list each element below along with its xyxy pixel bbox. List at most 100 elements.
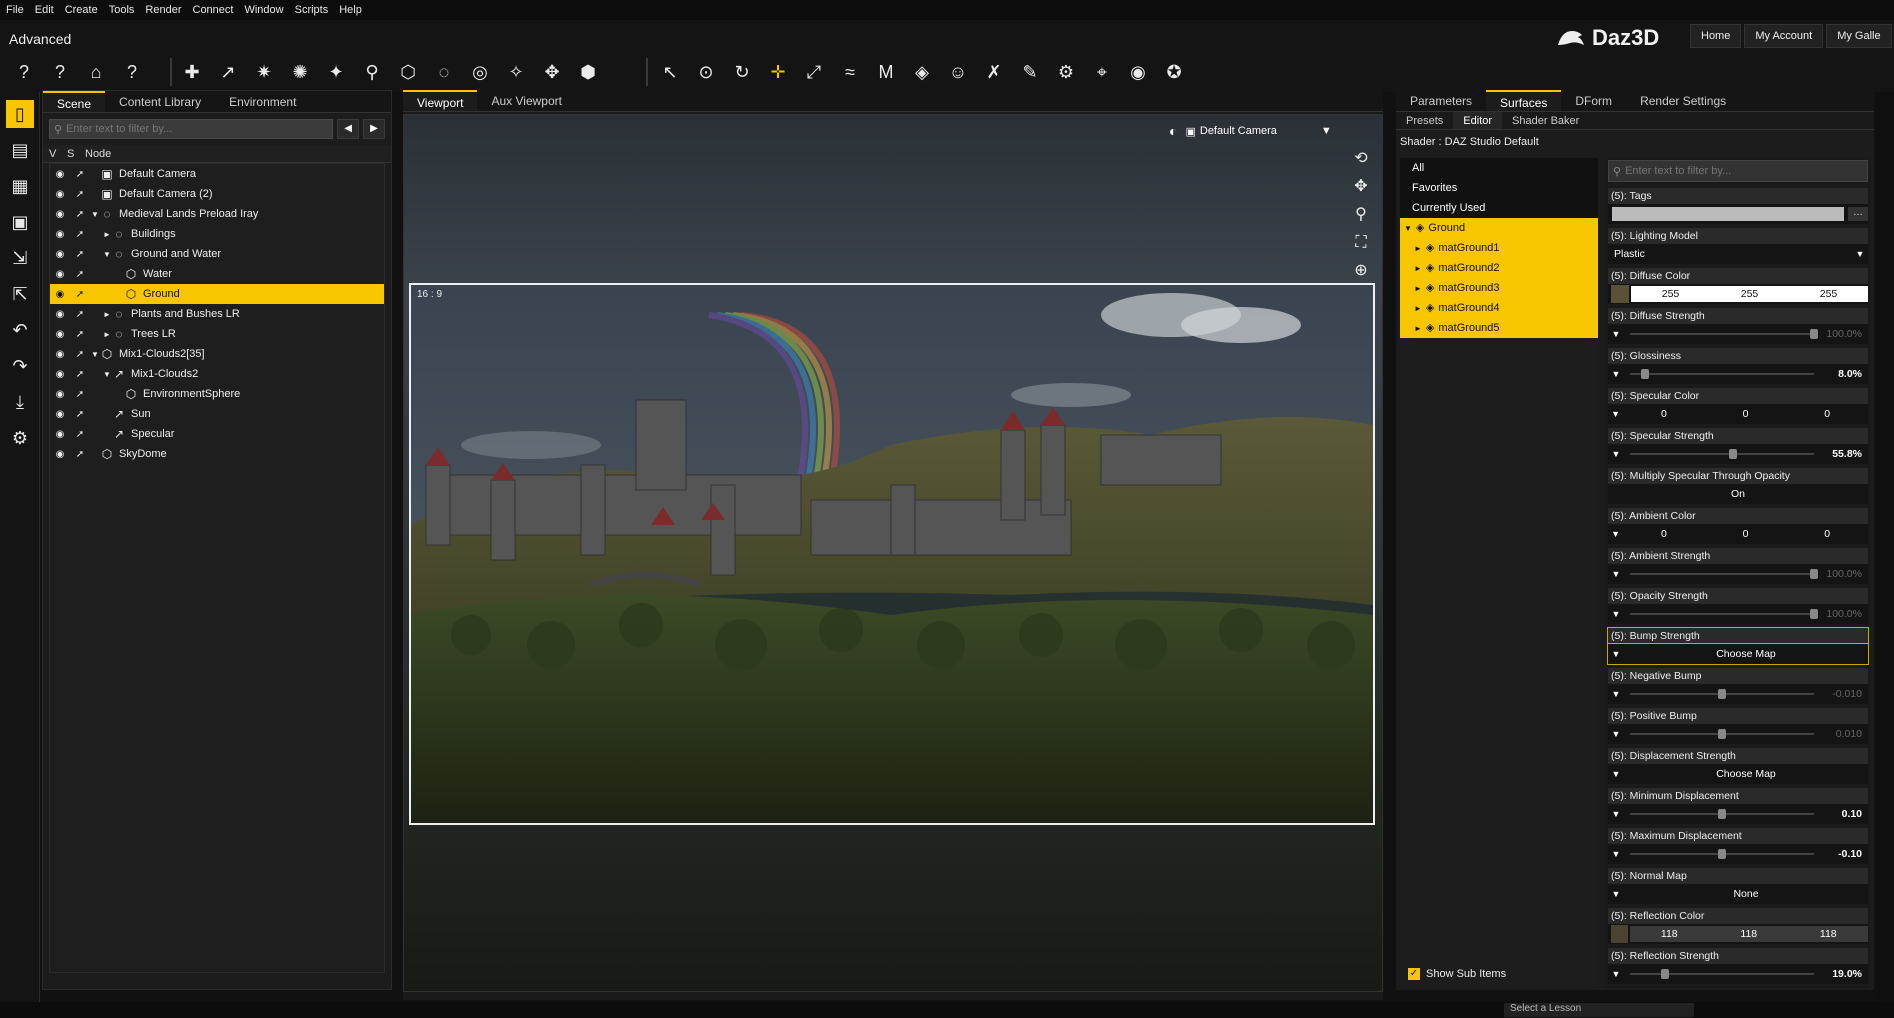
render-settings-icon[interactable]: ⚙ — [1054, 60, 1078, 84]
cursor-icon[interactable]: ➚ — [70, 369, 90, 380]
eye-icon[interactable]: ◉ — [50, 249, 70, 260]
chevron-down-icon[interactable]: ▼ — [1608, 689, 1624, 699]
geometry-editor-icon[interactable]: ◈ — [910, 60, 934, 84]
cursor-icon[interactable]: ➚ — [70, 209, 90, 220]
tab-scene[interactable]: Scene — [43, 91, 106, 112]
tags-field[interactable] — [1612, 207, 1844, 221]
cursor-icon[interactable]: ➚ — [70, 409, 90, 420]
new-figure-icon[interactable]: ✚ — [180, 60, 204, 84]
eye-icon[interactable]: ◉ — [50, 389, 70, 400]
cursor-icon[interactable]: ➚ — [70, 329, 90, 340]
expand-toggle-icon[interactable]: ▼ — [90, 350, 100, 359]
chevron-down-icon[interactable]: ▼ — [1608, 849, 1624, 859]
tree-row[interactable]: ◉ ➚ ⬡ SkyDome — [50, 444, 384, 464]
linear-light-icon[interactable]: ✦ — [324, 60, 348, 84]
cursor-icon[interactable]: ➚ — [70, 309, 90, 320]
point-light-icon[interactable]: ✷ — [252, 60, 276, 84]
instance-icon[interactable]: ✥ — [540, 60, 564, 84]
property-slider[interactable] — [1630, 849, 1814, 859]
menu-help[interactable]: Help — [339, 4, 362, 16]
distant-light-icon[interactable]: ✺ — [288, 60, 312, 84]
tree-row[interactable]: ◉ ➚ ► ◌ Plants and Bushes LR — [50, 304, 384, 324]
home-button[interactable]: Home — [1690, 24, 1742, 48]
surface-material-item[interactable]: ► ◈ matGround2 — [1400, 258, 1598, 278]
menu-edit[interactable]: Edit — [35, 4, 54, 16]
rgb-channel[interactable]: 118 — [1789, 926, 1869, 942]
zoom-icon[interactable]: ⚲ — [1350, 205, 1372, 225]
property-slider[interactable] — [1630, 329, 1818, 339]
chevron-down-icon[interactable]: ▼ — [1608, 809, 1624, 819]
tree-row[interactable]: ◉ ➚ ⬡ EnvironmentSphere — [50, 384, 384, 404]
eye-icon[interactable]: ◉ — [50, 309, 70, 320]
eye-icon[interactable]: ◉ — [50, 269, 70, 280]
chevron-down-icon[interactable]: ▼ — [1852, 249, 1868, 259]
property-value[interactable]: 100.0% — [1826, 568, 1862, 580]
null-icon[interactable]: ◌ — [432, 60, 456, 84]
open-icon[interactable]: ▤ — [6, 136, 34, 164]
home-icon[interactable]: ⌂ — [84, 60, 108, 84]
help-icon[interactable]: ? — [48, 60, 72, 84]
property-value[interactable]: 100.0% — [1826, 608, 1862, 620]
cursor-icon[interactable]: ➚ — [70, 389, 90, 400]
tree-row[interactable]: ◉ ➚ ⬡ Water — [50, 264, 384, 284]
property-slider[interactable] — [1630, 969, 1814, 979]
import-icon[interactable]: ⇲ — [6, 244, 34, 272]
eye-icon[interactable]: ◉ — [50, 449, 70, 460]
surface-material-item[interactable]: ► ◈ matGround3 — [1400, 278, 1598, 298]
slider-knob[interactable] — [1728, 449, 1737, 459]
menu-render[interactable]: Render — [145, 4, 181, 16]
tab-viewport[interactable]: Viewport — [403, 90, 478, 111]
cursor-icon[interactable]: ➚ — [70, 169, 90, 180]
cursor-icon[interactable]: ➚ — [70, 229, 90, 240]
rgb-values[interactable]: 000 — [1623, 408, 1868, 420]
aim-icon[interactable]: ⊕ — [1350, 261, 1372, 281]
merge-icon[interactable]: ▦ — [6, 172, 34, 200]
universal-tool-icon[interactable]: ✛ — [766, 60, 790, 84]
toggle-value[interactable]: On — [1608, 488, 1868, 500]
spotlight-icon[interactable]: ↗ — [216, 60, 240, 84]
tree-row[interactable]: ◉ ➚ ▼ ↗ Mix1-Clouds2 — [50, 364, 384, 384]
expand-toggle-icon[interactable]: ► — [102, 230, 112, 239]
my-account-button[interactable]: My Account — [1744, 24, 1824, 48]
collapse-left-button[interactable]: ◀ — [337, 119, 360, 139]
save-icon[interactable]: ▣ — [6, 208, 34, 236]
expand-toggle-icon[interactable]: ▼ — [102, 250, 112, 259]
drawstyle-icon[interactable]: ◐ — [1169, 123, 1177, 139]
property-slider[interactable] — [1630, 449, 1814, 459]
subtab-presets[interactable]: Presets — [1396, 112, 1453, 129]
tab-aux-viewport[interactable]: Aux Viewport — [477, 90, 575, 111]
slider-knob[interactable] — [1718, 689, 1726, 699]
show-sub-items[interactable]: ✓ Show Sub Items — [1408, 968, 1506, 980]
chevron-right-icon[interactable]: ► — [1414, 304, 1422, 313]
menu-scripts[interactable]: Scripts — [295, 4, 329, 16]
property-value[interactable]: 0.010 — [1836, 728, 1862, 740]
cursor-icon[interactable]: ➚ — [70, 449, 90, 460]
group-icon[interactable]: ◎ — [468, 60, 492, 84]
property-value[interactable]: 19.0% — [1832, 968, 1862, 980]
tab-render-settings[interactable]: Render Settings — [1626, 90, 1740, 111]
primitive-icon[interactable]: ⬡ — [396, 60, 420, 84]
tree-row[interactable]: ◉ ➚ ↗ Specular — [50, 424, 384, 444]
expand-toggle-icon[interactable]: ► — [102, 310, 112, 319]
render-icon[interactable]: ◉ — [1126, 60, 1150, 84]
lighting-model-value[interactable]: Plastic — [1608, 248, 1852, 260]
export-icon[interactable]: ⇱ — [6, 280, 34, 308]
property-value[interactable]: 8.0% — [1838, 368, 1862, 380]
tab-environment[interactable]: Environment — [215, 91, 310, 112]
package-icon[interactable]: ⚙ — [6, 424, 34, 452]
property-value[interactable]: -0.010 — [1832, 688, 1862, 700]
eye-icon[interactable]: ◉ — [50, 409, 70, 420]
eye-icon[interactable]: ◉ — [50, 169, 70, 180]
tab-surfaces[interactable]: Surfaces — [1486, 90, 1562, 111]
rgb-values[interactable]: 255 255 255 — [1631, 286, 1868, 302]
node-selection-icon[interactable]: ↖ — [658, 60, 682, 84]
cursor-icon[interactable]: ➚ — [70, 429, 90, 440]
eye-icon[interactable]: ◉ — [50, 289, 70, 300]
slider-knob[interactable] — [1718, 729, 1726, 739]
eye-icon[interactable]: ◉ — [50, 349, 70, 360]
tips-icon[interactable]: ? — [120, 60, 144, 84]
property-slider[interactable] — [1630, 569, 1818, 579]
eye-icon[interactable]: ◉ — [50, 369, 70, 380]
tree-row[interactable]: ◉ ➚ ► ◌ Trees LR — [50, 324, 384, 344]
eye-icon[interactable]: ◉ — [50, 209, 70, 220]
